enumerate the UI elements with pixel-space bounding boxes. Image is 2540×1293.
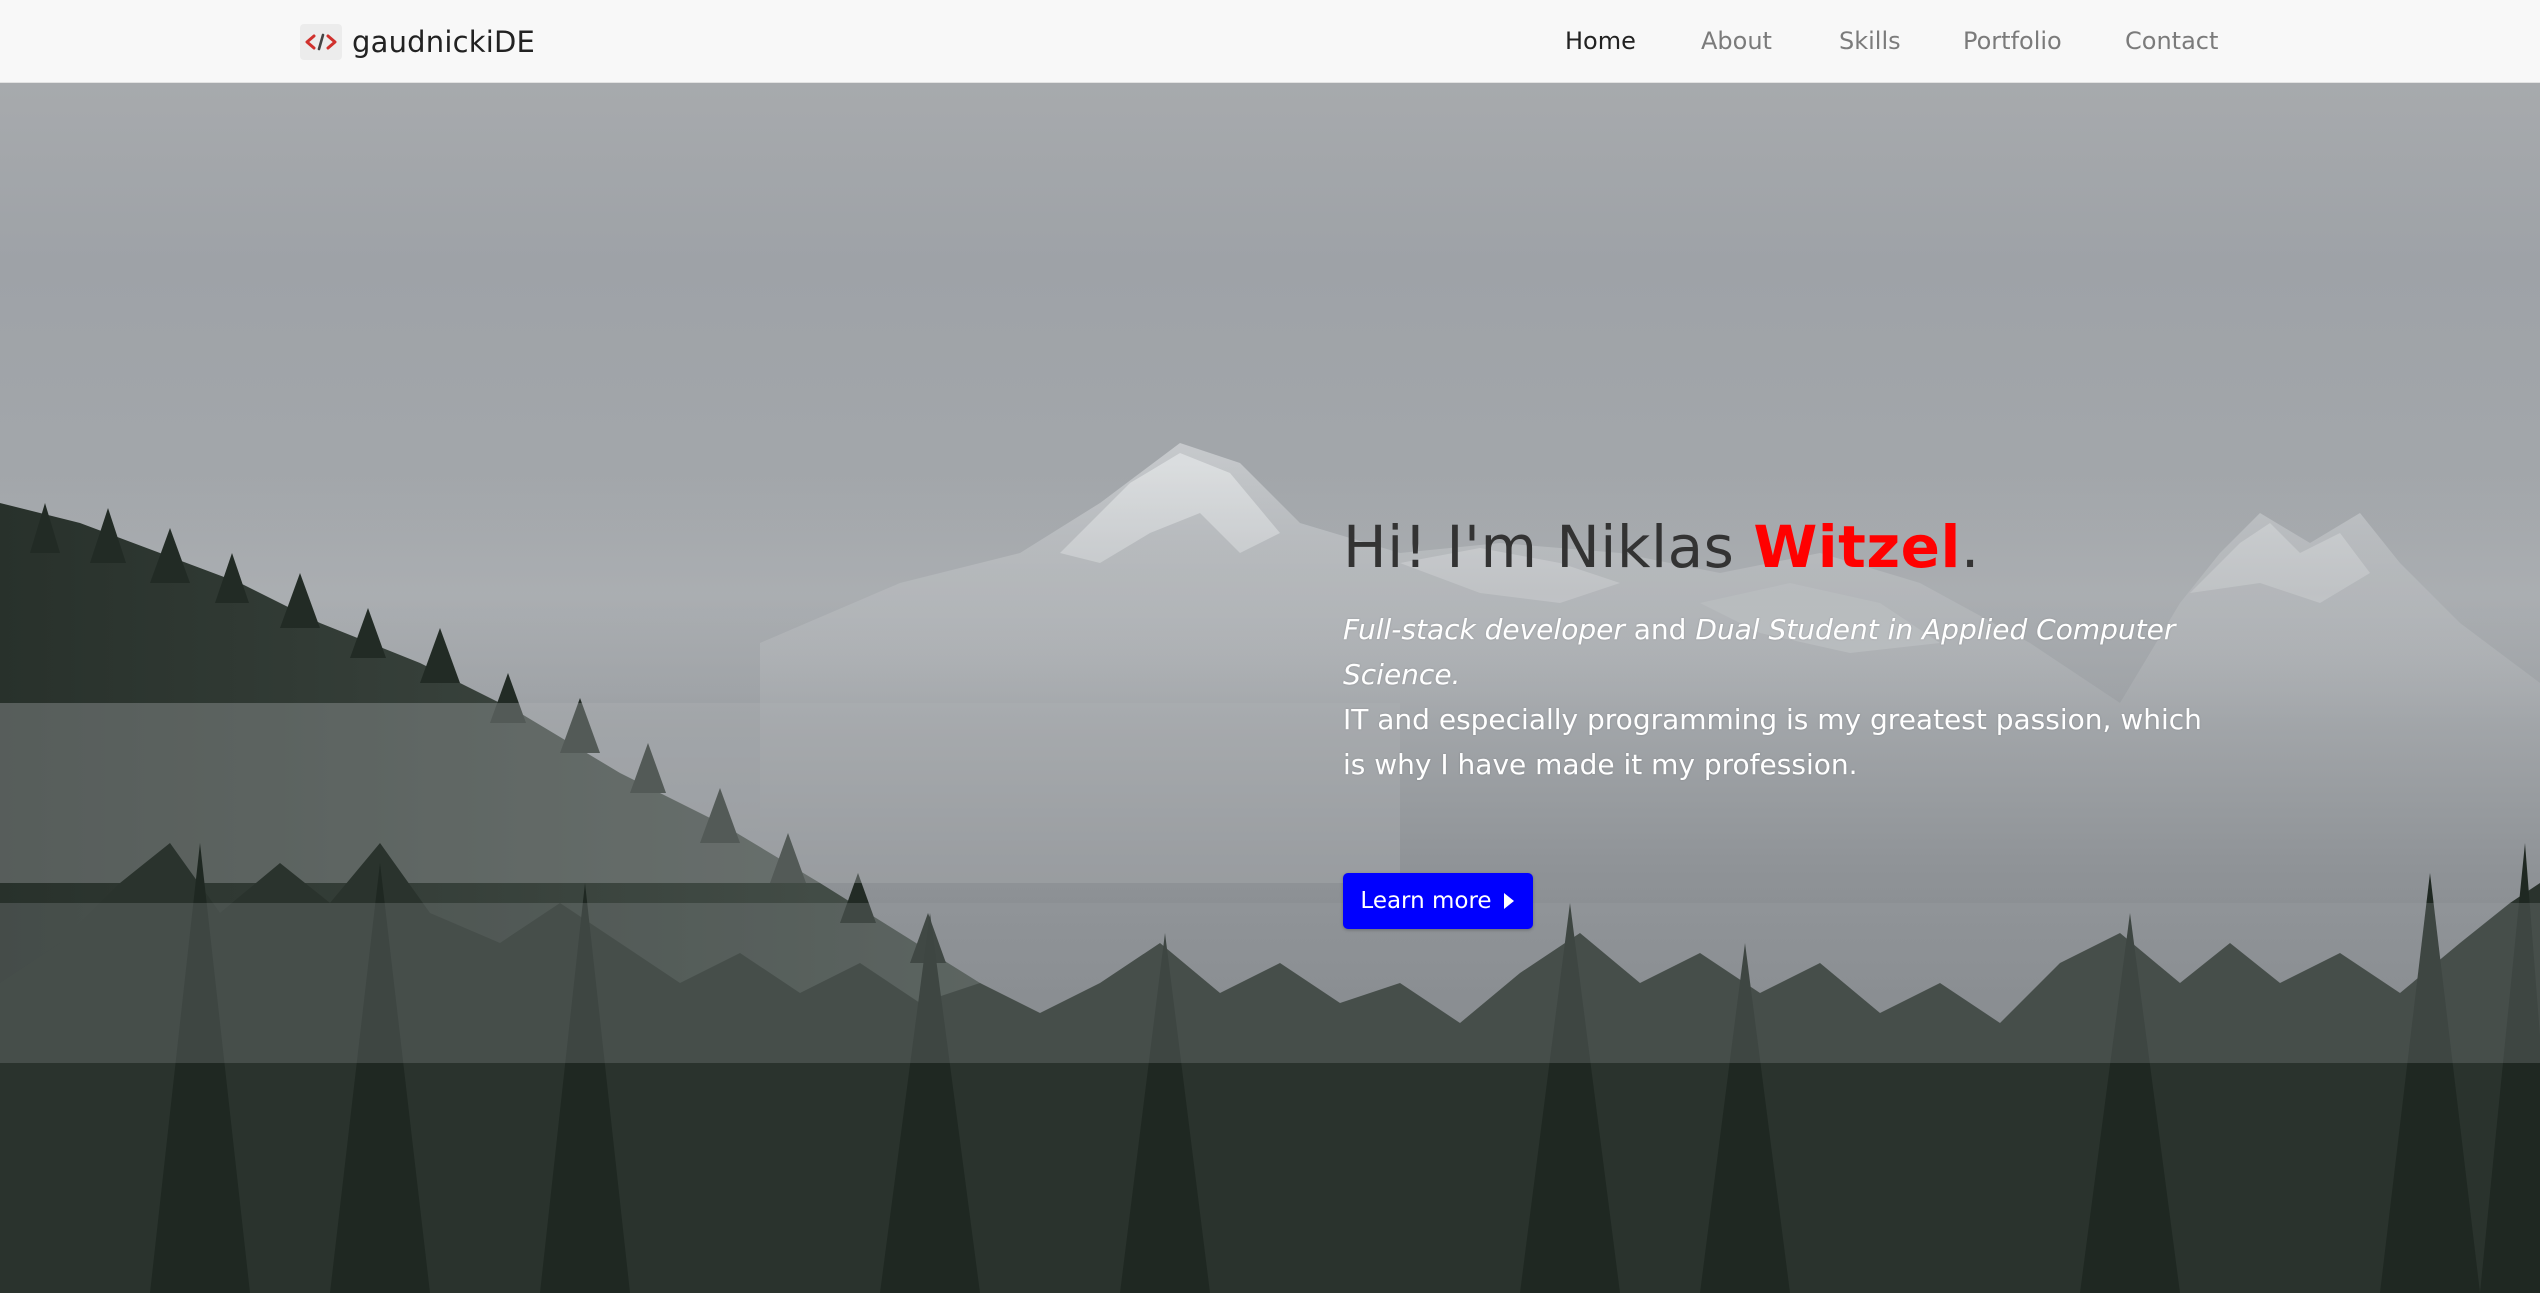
hero-content: Hi! I'm Niklas Witzel. Full-stack develo… xyxy=(1343,513,2223,929)
hero-title: Hi! I'm Niklas Witzel. xyxy=(1343,513,2223,581)
hero-title-prefix: Hi! I'm Niklas xyxy=(1343,513,1754,581)
nav-contact[interactable]: Contact xyxy=(2125,27,2218,55)
learn-more-label: Learn more xyxy=(1360,888,1492,914)
hero-section: Hi! I'm Niklas Witzel. Full-stack develo… xyxy=(0,83,2540,1293)
hero-title-suffix: . xyxy=(1960,513,1980,581)
nav-menu: Home About Skills Portfolio Contact xyxy=(0,0,2540,83)
role-fullstack: Full-stack developer xyxy=(1343,613,1625,646)
hero-passion-text: IT and especially programming is my grea… xyxy=(1343,703,2202,781)
nav-about[interactable]: About xyxy=(1701,27,1772,55)
learn-more-button[interactable]: Learn more xyxy=(1343,873,1533,929)
role-connector: and xyxy=(1624,613,1696,646)
hero-title-accent: Witzel xyxy=(1753,513,1961,581)
hero-description: Full-stack developer and Dual Student in… xyxy=(1343,607,2223,787)
nav-home[interactable]: Home xyxy=(1565,27,1636,55)
navbar: gaudnickiDE Home About Skills Portfolio … xyxy=(0,0,2540,83)
nav-skills[interactable]: Skills xyxy=(1839,27,1901,55)
play-arrow-icon xyxy=(1502,891,1516,911)
nav-portfolio[interactable]: Portfolio xyxy=(1963,27,2062,55)
